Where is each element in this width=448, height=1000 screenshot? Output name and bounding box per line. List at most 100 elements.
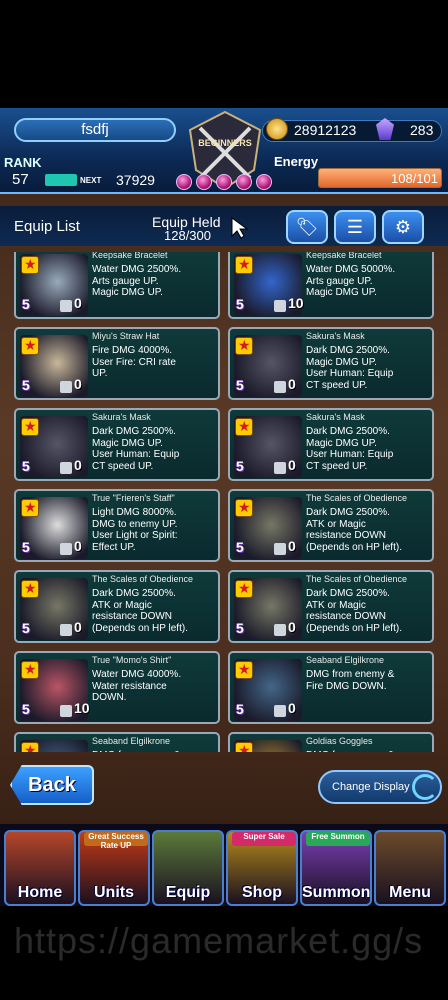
equip-level: 5 xyxy=(22,701,30,717)
sort-button[interactable]: ☰ xyxy=(334,210,376,244)
equip-description: Dark DMG 2500%. Magic DMG UP. User Human… xyxy=(306,426,394,472)
equip-card[interactable]: 50Seaband ElgilkroneDMG from enemy & Fir… xyxy=(14,732,220,752)
equip-card[interactable]: 50Seaband ElgilkroneDMG from enemy & Fir… xyxy=(228,651,434,724)
orb-icon xyxy=(236,174,252,190)
wrench-icon xyxy=(274,624,286,636)
equip-name: Sakura's Mask xyxy=(306,412,365,422)
menu-units[interactable]: Great Success Rate UP Units xyxy=(78,830,150,906)
equip-card[interactable]: 5 0 The Scales of Obedience Dark DMG 2500%.… xyxy=(228,570,434,643)
equip-name: The Scales of Obedience xyxy=(92,574,194,584)
equip-description: Dark DMG 2500%. Magic DMG UP. User Human… xyxy=(306,345,394,391)
equip-list-titlebar: Equip List Equip Held 128/300 🏷 ☰ ⚙ xyxy=(0,206,448,246)
tag-filter-button[interactable]: 🏷 xyxy=(286,210,328,244)
next-exp-value: 37929 xyxy=(116,172,155,188)
equip-name: The Scales of Obedience xyxy=(306,493,408,503)
exp-bar xyxy=(45,174,77,186)
equip-card[interactable]: 5 0 The Scales of Obedience Dark DMG 2500%.… xyxy=(228,489,434,562)
back-button[interactable]: Back xyxy=(10,765,94,805)
player-name[interactable]: fsdfj xyxy=(14,118,176,142)
equip-name: Seaband Elgilkrone xyxy=(92,736,171,746)
equip-card[interactable]: 50Goldias GogglesDMG from enemy & Li... xyxy=(228,732,434,752)
equip-card[interactable]: 5 10 Keepsake Bracelet Water DMG 5000%. Art… xyxy=(228,252,434,319)
gold-amount: 28912123 xyxy=(294,122,357,138)
change-display-button[interactable]: Change Display xyxy=(318,770,442,804)
equip-count: 0 xyxy=(288,376,296,392)
equip-name: Sakura's Mask xyxy=(92,412,151,422)
wrench-icon xyxy=(60,462,72,474)
equip-count: 10 xyxy=(288,295,304,311)
menu-label: Home xyxy=(17,884,63,901)
rarity-star-icon xyxy=(21,742,39,752)
equip-description: Dark DMG 2500%. ATK or Magic resistance … xyxy=(306,588,402,634)
equip-name: Sakura's Mask xyxy=(306,331,365,341)
wrench-icon xyxy=(60,543,72,555)
equip-name: Seaband Elgilkrone xyxy=(306,655,385,665)
rarity-star-icon xyxy=(21,661,39,679)
player-header: fsdfj BEGINNERS 28912123 283 RANK 57 NEX… xyxy=(0,108,448,194)
menu-menu[interactable]: Menu xyxy=(374,830,446,906)
equip-description: Dark DMG 2500%. ATK or Magic resistance … xyxy=(92,588,188,634)
sliders-icon: ☰ xyxy=(346,216,364,237)
equip-name: The Scales of Obedience xyxy=(306,574,408,584)
gem-amount: 283 xyxy=(410,122,434,138)
top-black-bar xyxy=(0,0,448,108)
equip-card[interactable]: 5 0 The Scales of Obedience Dark DMG 2500%.… xyxy=(14,570,220,643)
orb-row xyxy=(176,174,276,192)
settings-button[interactable]: ⚙ xyxy=(382,210,424,244)
menu-label: Equip xyxy=(165,884,211,901)
watermark: https://gamemarket.gg/s xyxy=(14,920,424,961)
wrench-icon xyxy=(60,624,72,636)
equip-card[interactable]: 5 0 Keepsake Bracelet Water DMG 2500%. Arts… xyxy=(14,252,220,319)
menu-equip[interactable]: Equip xyxy=(152,830,224,906)
equip-name: True "Frieren's Staff" xyxy=(92,493,175,503)
refresh-icon xyxy=(412,774,438,800)
equip-name: Miyu's Straw Hat xyxy=(92,331,160,341)
equip-level: 5 xyxy=(22,458,30,474)
rarity-star-icon xyxy=(235,580,253,598)
equip-level: 5 xyxy=(22,539,30,555)
menu-home[interactable]: Home xyxy=(4,830,76,906)
equip-count: 0 xyxy=(74,376,82,392)
rank-label: RANK xyxy=(4,155,42,170)
menu-label: Summon xyxy=(302,884,371,901)
equip-count: 10 xyxy=(74,700,90,716)
orb-icon xyxy=(176,174,192,190)
rarity-star-icon xyxy=(235,418,253,436)
menu-shop[interactable]: Super Sale Shop xyxy=(226,830,298,906)
equip-card[interactable]: 5 10 True "Momo's Shirt" Water DMG 4000%. W… xyxy=(14,651,220,724)
menu-badge: Free Summon xyxy=(306,832,370,846)
equip-card[interactable]: 5 0 True "Frieren's Staff" Light DMG 8000%.… xyxy=(14,489,220,562)
orb-icon xyxy=(216,174,232,190)
equip-card[interactable]: 5 0 Miyu's Straw Hat Fire DMG 4000%. User F… xyxy=(14,327,220,400)
equip-held-value: 128/300 xyxy=(164,228,211,243)
equip-description: Dark DMG 2500%. Magic DMG UP. User Human… xyxy=(92,426,180,472)
rarity-star-icon xyxy=(235,256,253,274)
equip-card[interactable]: 5 0 Sakura's Mask Dark DMG 2500%. Magic DMG… xyxy=(228,327,434,400)
wrench-icon xyxy=(60,381,72,393)
equip-card[interactable]: 5 0 Sakura's Mask Dark DMG 2500%. Magic DMG… xyxy=(14,408,220,481)
equip-card[interactable]: 5 0 Sakura's Mask Dark DMG 2500%. Magic DMG… xyxy=(228,408,434,481)
wrench-icon xyxy=(274,705,286,717)
equip-level: 5 xyxy=(236,620,244,636)
equip-count: 0 xyxy=(74,619,82,635)
gear-icon: ⚙ xyxy=(394,216,412,237)
menu-badge: Great Success Rate UP xyxy=(84,832,148,850)
wrench-icon xyxy=(60,705,72,717)
equip-level: 5 xyxy=(236,458,244,474)
menu-label: Menu xyxy=(389,884,431,901)
rarity-star-icon xyxy=(21,337,39,355)
equip-list-title: Equip List xyxy=(14,218,80,235)
equip-count: 0 xyxy=(74,538,82,554)
equip-level: 5 xyxy=(236,539,244,555)
energy-value: 108/101 xyxy=(391,171,438,186)
menu-label: Units xyxy=(94,884,134,901)
equip-count: 0 xyxy=(288,700,296,716)
equip-level: 5 xyxy=(22,377,30,393)
equip-description: Light DMG 8000%. DMG to enemy UP. User L… xyxy=(92,507,178,553)
equip-name: Keepsake Bracelet xyxy=(306,252,382,260)
menu-summon[interactable]: Free Summon Summon xyxy=(300,830,372,906)
rarity-star-icon xyxy=(21,499,39,517)
equip-name: Keepsake Bracelet xyxy=(92,252,168,260)
rank-value: 57 xyxy=(12,171,29,188)
energy-label: Energy xyxy=(274,154,319,169)
